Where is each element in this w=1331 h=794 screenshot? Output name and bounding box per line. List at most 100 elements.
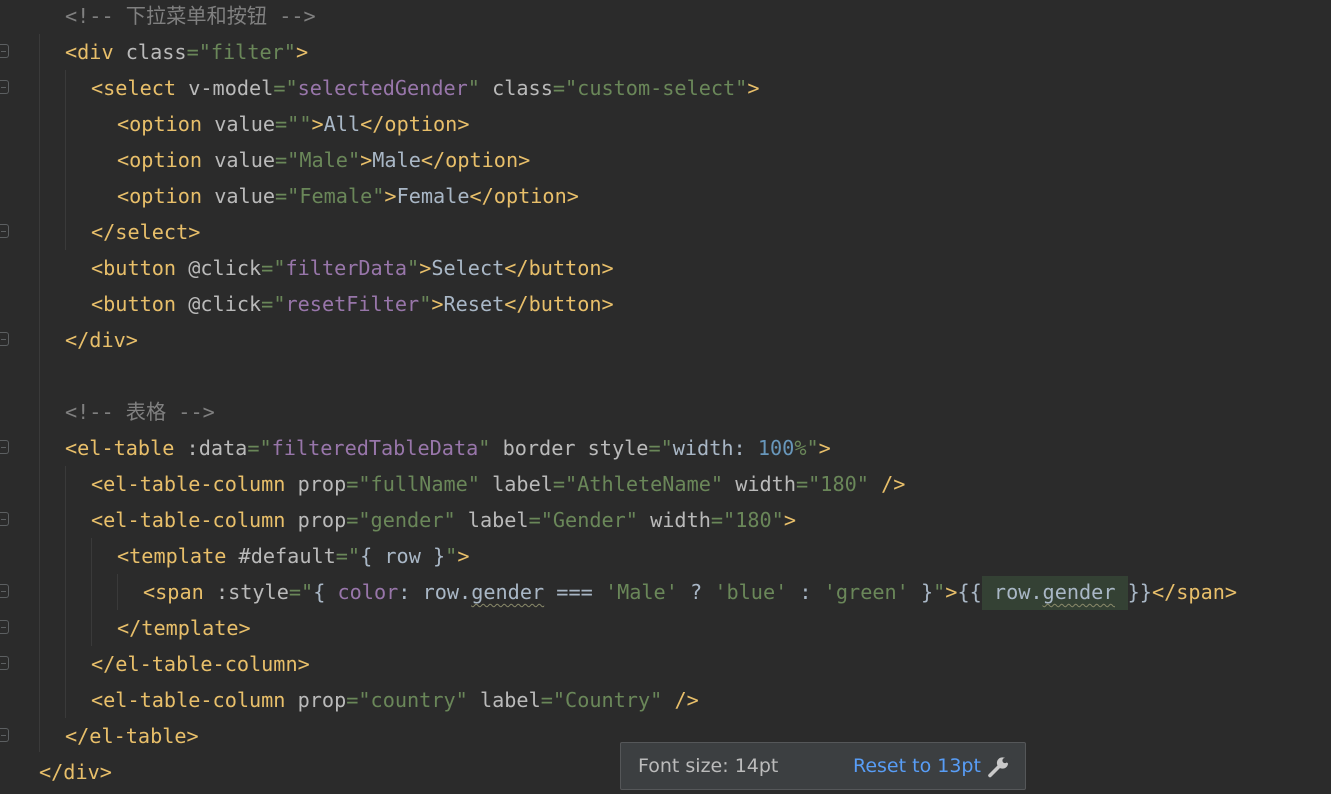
code-token: <el-table (65, 436, 187, 460)
code-line[interactable]: <el-table-column prop="gender" label="Ge… (91, 502, 796, 538)
code-token: ="Country" (540, 688, 675, 712)
code-token: : (787, 580, 824, 604)
code-token: }} (1127, 580, 1152, 604)
code-line[interactable]: <el-table-column prop="fullName" label="… (91, 466, 905, 502)
code-token: " (407, 256, 420, 280)
code-token: { (313, 580, 338, 604)
code-token: ? (677, 580, 715, 604)
code-token: </template> (117, 616, 251, 640)
code-token: <template (117, 544, 239, 568)
fold-marker-icon[interactable] (0, 620, 9, 634)
code-line[interactable]: <option value="Female">Female</option> (117, 178, 579, 214)
code-token: width (735, 472, 796, 496)
fold-marker-icon[interactable] (0, 584, 9, 598)
code-token: > (360, 148, 373, 172)
code-token: ="gender" (346, 508, 468, 532)
code-token: ="" (275, 112, 312, 136)
code-line[interactable]: <option value="">All</option> (117, 106, 470, 142)
code-token: color (337, 580, 399, 604)
code-token: prop (297, 472, 347, 496)
code-token: " (478, 436, 503, 460)
code-line[interactable]: <!-- 下拉菜单和按钮 --> (65, 0, 316, 34)
fold-marker-icon[interactable] (0, 440, 9, 454)
code-line[interactable]: <option value="Male">Male</option> (117, 142, 530, 178)
reset-font-size-link[interactable]: Reset to 13pt (853, 755, 981, 777)
fold-marker-icon[interactable] (0, 512, 9, 526)
code-token: > (384, 184, 397, 208)
code-token: resetFilter (285, 292, 420, 316)
code-line[interactable]: </el-table> (65, 718, 199, 754)
code-token: </el-table> (65, 724, 199, 748)
code-token: : (733, 436, 758, 460)
code-token: class (492, 76, 553, 100)
code-token: > (747, 76, 760, 100)
code-token: Select (431, 256, 505, 280)
code-token: All (323, 112, 361, 136)
code-token: Male (372, 148, 421, 172)
code-token: <!-- 表格 --> (65, 400, 215, 424)
code-token: width (650, 508, 711, 532)
code-token: ="180" (795, 472, 882, 496)
code-line[interactable]: <el-table :data="filteredTableData" bord… (65, 430, 831, 466)
code-line[interactable]: <span :style="{ color: row.gender === 'M… (143, 574, 1237, 610)
code-token: Female (396, 184, 470, 208)
indent-guide (91, 538, 92, 646)
code-token: :style (215, 580, 289, 604)
code-token: v-model (188, 76, 274, 100)
code-line[interactable]: <el-table-column prop="country" label="C… (91, 682, 699, 718)
code-token: > (311, 112, 324, 136)
code-token: " (933, 580, 946, 604)
fold-marker-icon[interactable] (0, 80, 9, 94)
code-token: 100 (757, 436, 795, 460)
code-token: class (125, 40, 187, 64)
code-token: filterData (285, 256, 408, 280)
fold-marker-icon[interactable] (0, 656, 9, 670)
code-token: <option (117, 112, 215, 136)
code-line[interactable]: <button @click="resetFilter">Reset</butt… (91, 286, 614, 322)
fold-marker-icon[interactable] (0, 728, 9, 742)
code-token: border (502, 436, 588, 460)
code-line[interactable]: </el-table-column> (91, 646, 310, 682)
code-line[interactable]: <template #default="{ row }"> (117, 538, 469, 574)
code-token: " (445, 544, 458, 568)
indent-guide (65, 70, 66, 250)
code-editor[interactable]: <!-- 下拉菜单和按钮 --> <div class="filter"> <sel… (0, 0, 1331, 794)
fold-marker-icon[interactable] (0, 44, 9, 58)
code-token: =" (261, 256, 286, 280)
code-line[interactable]: </div> (65, 322, 138, 358)
code-token: selectedGender (297, 76, 468, 100)
code-token: =" (335, 544, 361, 568)
indent-guide (117, 574, 118, 610)
code-line[interactable]: <select v-model="selectedGender" class="… (91, 70, 760, 106)
code-line[interactable]: </select> (91, 214, 200, 250)
code-token: {{ (957, 580, 982, 604)
code-token: > (431, 292, 444, 316)
code-token: </el-table-column> (91, 652, 310, 676)
indent-guide (39, 34, 40, 752)
code-token: =" (648, 436, 673, 460)
code-line[interactable]: </template> (117, 610, 251, 646)
code-token: width (672, 436, 734, 460)
code-token: </span> (1151, 580, 1238, 604)
code-token: </option> (420, 148, 531, 172)
code-token: <option (117, 148, 215, 172)
code-token: > (783, 508, 796, 532)
code-line[interactable]: <button @click="filterData">Select</butt… (91, 250, 614, 286)
code-token: </button> (504, 256, 614, 280)
code-token: gender (1042, 576, 1116, 610)
code-token: =" (273, 76, 298, 100)
code-token: </option> (360, 112, 470, 136)
code-token: <button (91, 256, 189, 280)
code-token: <!-- 下拉菜单和按钮 --> (65, 4, 316, 28)
code-line[interactable]: <!-- 表格 --> (65, 394, 215, 430)
code-line[interactable]: <div class="filter"> (65, 34, 308, 70)
wrench-icon[interactable] (986, 754, 1014, 780)
code-token: <select (91, 76, 189, 100)
code-token: /> (674, 688, 699, 712)
fold-marker-icon[interactable] (0, 332, 9, 346)
code-token: > (945, 580, 958, 604)
code-line[interactable]: </div> (39, 754, 112, 790)
code-token: > (457, 544, 470, 568)
fold-marker-icon[interactable] (0, 224, 9, 238)
code-token: ="filter" (186, 40, 296, 64)
